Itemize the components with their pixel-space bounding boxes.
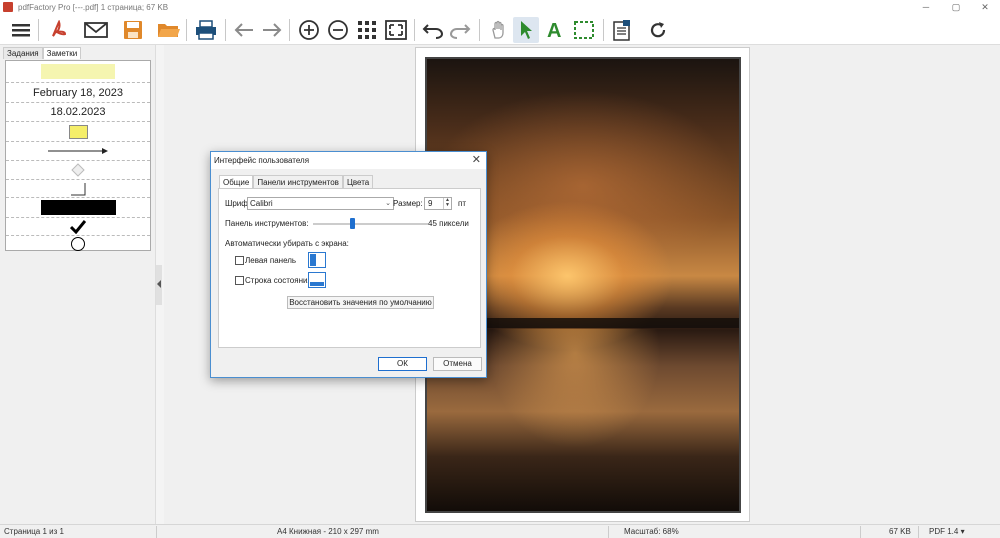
undo-icon[interactable] <box>420 17 446 43</box>
highlight-swatch <box>41 64 115 79</box>
zoom-in-icon[interactable] <box>296 17 322 43</box>
file-size: 67 KB <box>889 527 911 536</box>
panel-splitter[interactable] <box>156 45 164 524</box>
select-arrow-icon[interactable] <box>513 17 539 43</box>
dialog-tabs: Общие Панели инструментов Цвета <box>219 175 374 188</box>
left-panel-checkbox[interactable] <box>235 256 244 265</box>
note-stamp[interactable] <box>6 161 150 180</box>
font-select[interactable]: Calibri ⌄ <box>247 197 394 210</box>
slider-thumb[interactable] <box>349 218 355 229</box>
zoom-out-icon[interactable] <box>325 17 351 43</box>
page-indicator: Страница 1 из 1 <box>4 527 64 536</box>
save-icon[interactable] <box>120 17 146 43</box>
status-bar-preview-icon <box>308 272 326 288</box>
sticky-note-icon <box>68 124 88 139</box>
fit-page-icon[interactable] <box>383 17 409 43</box>
minimize-button[interactable]: ─ <box>911 0 941 14</box>
dialog-body: Шрифт: Calibri ⌄ Размер: 9 ▲ ▼ пт Панель … <box>218 188 481 348</box>
crop-tool-icon[interactable] <box>571 17 597 43</box>
chevron-down-icon: ⌄ <box>385 200 391 207</box>
left-panel-tabs: Задания Заметки <box>3 47 82 59</box>
email-icon[interactable] <box>83 17 109 43</box>
size-stepper[interactable]: 9 ▲ ▼ <box>424 197 452 210</box>
app-icon <box>3 2 13 12</box>
text-tool-icon[interactable]: A <box>542 17 568 43</box>
cancel-button[interactable]: Отмена <box>433 357 482 371</box>
forward-arrow-icon[interactable] <box>259 17 285 43</box>
paper-size: A4 Книжная - 210 x 297 mm <box>277 527 379 536</box>
restore-defaults-button[interactable]: Восстановить значения по умолчанию <box>287 296 434 309</box>
font-select-value: Calibri <box>250 199 273 208</box>
note-redaction[interactable] <box>6 198 150 218</box>
circle-icon <box>71 237 85 251</box>
stepper-arrows-icon[interactable]: ▲ ▼ <box>443 198 451 209</box>
toolbar-size-value: 45 пиксели <box>428 219 469 228</box>
notes-list: February 18, 2023 18.02.2023 <box>5 60 151 251</box>
note-circle[interactable] <box>6 236 150 252</box>
tab-notes[interactable]: Заметки <box>42 47 82 59</box>
notes-icon[interactable] <box>609 17 635 43</box>
open-folder-icon[interactable] <box>156 17 182 43</box>
collapse-panel-icon[interactable] <box>156 265 162 305</box>
auto-hide-label: Автоматически убирать с экрана: <box>225 239 349 248</box>
checkmark-icon <box>70 219 86 234</box>
tab-general[interactable]: Общие <box>219 175 254 188</box>
grid-icon[interactable] <box>354 17 380 43</box>
maximize-button[interactable]: ▢ <box>941 0 971 14</box>
size-unit: пт <box>458 199 466 208</box>
status-bar: Страница 1 из 1 A4 Книжная - 210 x 297 m… <box>0 524 1000 538</box>
back-arrow-icon[interactable] <box>231 17 257 43</box>
refresh-icon[interactable] <box>645 17 671 43</box>
note-date-long[interactable]: February 18, 2023 <box>6 83 150 103</box>
tab-toolbars[interactable]: Панели инструментов <box>253 175 343 188</box>
note-corner[interactable] <box>6 180 150 198</box>
left-panel-label: Левая панель <box>245 256 297 265</box>
note-date-short[interactable]: 18.02.2023 <box>6 103 150 122</box>
toolbar-size-label: Панель инструментов: <box>225 219 309 228</box>
pdf-version-select[interactable]: PDF 1.4 ▾ <box>929 527 965 536</box>
zoom-level: Масштаб: 68% <box>624 527 679 536</box>
tab-colors[interactable]: Цвета <box>342 175 374 188</box>
window-title: pdfFactory Pro [---.pdf] 1 страница; 67 … <box>18 2 169 12</box>
note-sticky[interactable] <box>6 122 150 142</box>
status-bar-label: Строка состояния <box>245 276 312 285</box>
menu-icon[interactable] <box>8 17 34 43</box>
svg-text:A: A <box>547 20 561 40</box>
user-interface-dialog: Интерфейс пользователя ✕ Общие Панели ин… <box>210 151 487 378</box>
ok-button[interactable]: ОК <box>378 357 427 371</box>
close-button[interactable]: ✕ <box>970 0 1000 14</box>
toolbar: A <box>0 14 1000 45</box>
redaction-box <box>40 200 116 215</box>
title-bar: pdfFactory Pro [---.pdf] 1 страница; 67 … <box>0 0 1000 14</box>
note-arrow[interactable] <box>6 142 150 161</box>
arrow-line-icon <box>48 148 108 154</box>
dialog-close-icon[interactable]: ✕ <box>472 153 481 166</box>
redo-icon[interactable] <box>447 17 473 43</box>
dialog-title-bar: Интерфейс пользователя ✕ <box>211 152 486 169</box>
toolbar-size-slider[interactable] <box>313 223 428 225</box>
dialog-title: Интерфейс пользователя <box>214 156 310 165</box>
left-panel: Задания Заметки February 18, 2023 18.02.… <box>0 45 156 524</box>
note-check[interactable] <box>6 218 150 236</box>
tab-jobs[interactable]: Задания <box>3 47 43 59</box>
left-panel-preview-icon <box>308 252 326 268</box>
status-bar-checkbox[interactable] <box>235 276 244 285</box>
pdf-icon[interactable] <box>46 17 72 43</box>
corner-shape-icon <box>71 182 86 195</box>
hand-tool-icon[interactable] <box>486 17 512 43</box>
print-icon[interactable] <box>193 17 219 43</box>
diamond-icon <box>71 163 85 177</box>
size-value: 9 <box>428 199 433 208</box>
size-label: Размер: <box>393 199 423 208</box>
note-highlight[interactable] <box>6 61 150 83</box>
